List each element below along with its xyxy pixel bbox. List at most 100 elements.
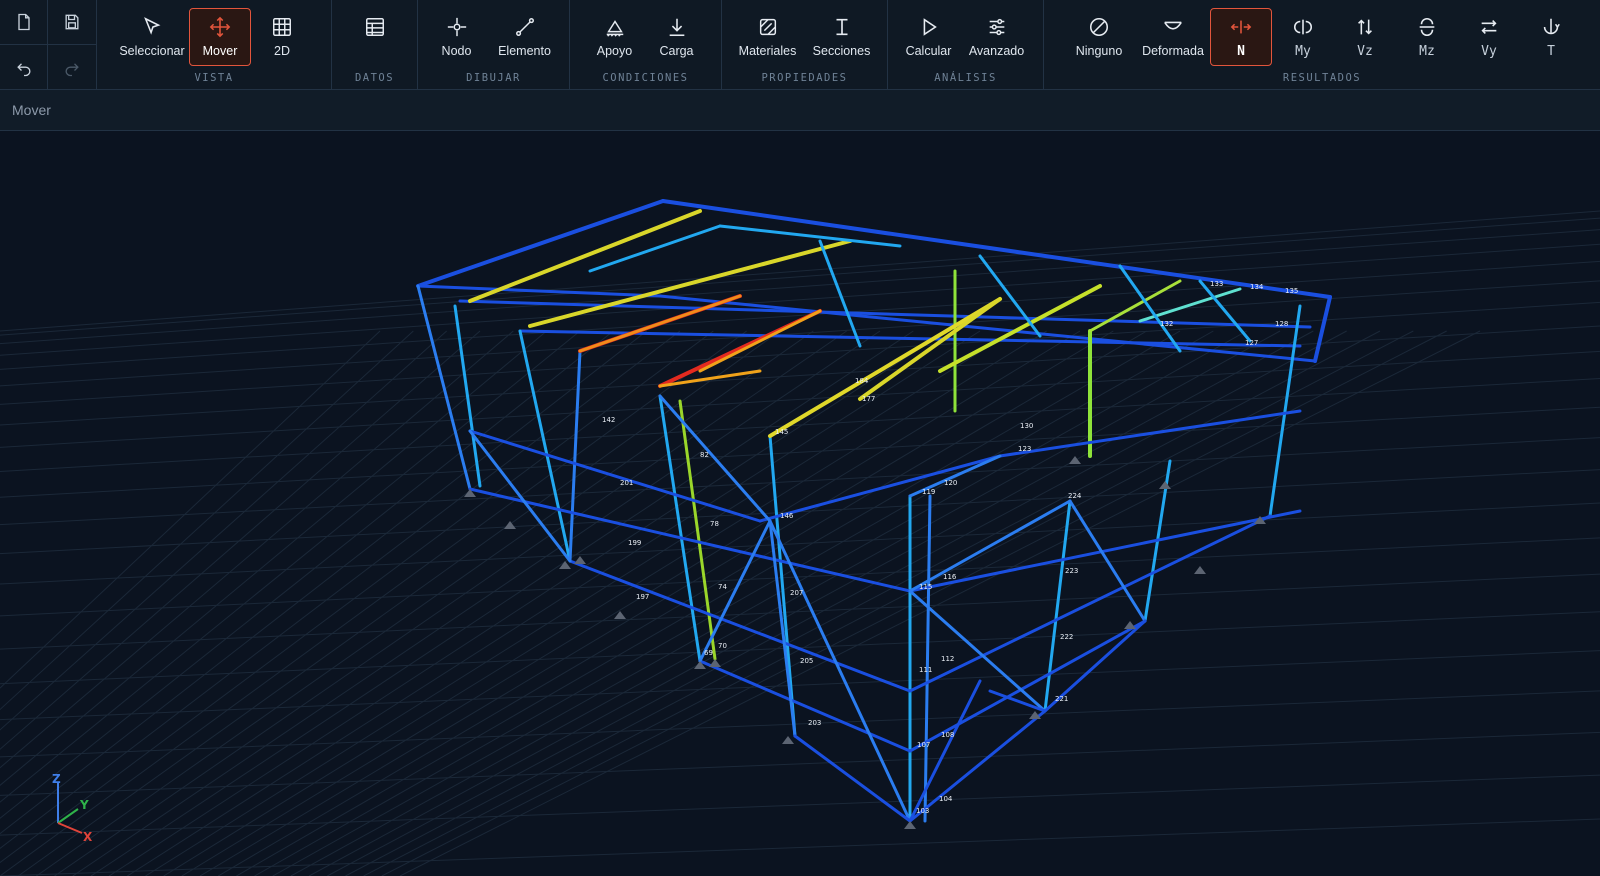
undo-icon [16, 62, 30, 76]
result-n-button[interactable]: N [1210, 8, 1272, 66]
axis-y-label: Y [79, 798, 89, 812]
view-2d-label: 2D [274, 44, 290, 58]
datos-table-button[interactable] [344, 8, 406, 66]
brace [908, 499, 1072, 593]
axial-force-icon [1230, 20, 1252, 34]
result-t-button[interactable]: T [1520, 8, 1582, 66]
node-label: 133 [1210, 280, 1223, 288]
play-icon [923, 18, 937, 36]
group-vista: Seleccionar Mover 2D VISTA [97, 0, 332, 90]
brace [793, 734, 912, 823]
materiales-label: Materiales [738, 44, 797, 58]
node-label: 207 [790, 589, 803, 597]
carga-button[interactable]: Carga [646, 8, 708, 66]
brace [758, 454, 1002, 523]
deformada-button[interactable]: Deformada [1136, 8, 1210, 66]
apoyo-button[interactable]: Apoyo [584, 8, 646, 66]
axis-z-label: Z [52, 772, 61, 786]
group-analisis: Calcular Avanzado ANÁLISIS [888, 0, 1044, 90]
secciones-button[interactable]: Secciones [805, 8, 879, 66]
apoyo-label: Apoyo [596, 44, 633, 58]
brace [698, 519, 772, 663]
save-button[interactable] [48, 0, 96, 45]
shear-y-icon [1481, 20, 1497, 34]
shear-z-icon [1358, 19, 1372, 35]
roof-edge [1313, 295, 1332, 363]
grid-line [0, 537, 1600, 617]
group-label-resultados: RESULTADOS [1282, 72, 1362, 84]
calcular-label: Calcular [905, 44, 952, 58]
grid-line [0, 210, 1600, 332]
nodo-button[interactable]: Nodo [426, 8, 488, 66]
ninguno-button[interactable]: Ninguno [1062, 8, 1136, 66]
grid-line [0, 350, 1600, 448]
result-vz-label: Vz [1357, 44, 1373, 59]
new-file-button[interactable] [0, 0, 48, 45]
material-icon [759, 18, 776, 36]
redo-button[interactable] [48, 45, 96, 90]
result-vz-button[interactable]: Vz [1334, 8, 1396, 66]
file-actions [0, 0, 97, 90]
avanzado-button[interactable]: Avanzado [960, 8, 1034, 66]
materiales-button[interactable]: Materiales [731, 8, 805, 66]
group-label-propiedades: PROPIEDADES [761, 72, 848, 84]
node-label: 145 [775, 428, 788, 436]
support-symbol [709, 659, 721, 667]
column [923, 494, 932, 823]
roof-diagonal [978, 254, 1042, 338]
node-label: 130 [1020, 422, 1033, 430]
table-icon [365, 18, 384, 36]
group-datos: DATOS [332, 0, 418, 90]
grid-line [0, 243, 1600, 356]
result-mz-button[interactable]: Mz [1396, 8, 1458, 66]
group-condiciones: Apoyo Carga CONDICIONES [570, 0, 722, 90]
elemento-button[interactable]: Elemento [488, 8, 562, 66]
seleccionar-label: Seleccionar [119, 44, 185, 58]
support-symbol [1194, 566, 1206, 574]
roof-diagonal [718, 224, 902, 248]
brace [468, 487, 912, 593]
group-resultados: Ninguno Deformada N My Vz Mz Vy T RESULT… [1044, 0, 1600, 90]
grid-line [0, 330, 747, 876]
node-label: 104 [939, 795, 953, 803]
node-label: 134 [1250, 283, 1264, 291]
result-t-label: T [1547, 44, 1555, 59]
node-label: 222 [1060, 633, 1073, 641]
redo-icon [65, 62, 79, 76]
node-label: 223 [1065, 567, 1078, 575]
support-symbol [1124, 621, 1136, 629]
grid-line [345, 330, 1381, 876]
mover-button[interactable]: Mover [189, 8, 251, 66]
grid-line [0, 774, 1600, 836]
node-label: 119 [922, 488, 935, 496]
avanzado-label: Avanzado [968, 44, 1025, 58]
seleccionar-button[interactable]: Seleccionar [115, 8, 189, 66]
grid-line [108, 330, 947, 876]
move-icon [209, 16, 231, 38]
brace [908, 509, 1302, 593]
secciones-label: Secciones [812, 44, 871, 58]
calcular-button[interactable]: Calcular [898, 8, 960, 66]
3d-viewport[interactable]: 133 134 135 132 128 127 184 177 145 130 123 120 119 1… [0, 131, 1600, 876]
mover-label: Mover [202, 44, 238, 58]
status-bar: Mover [0, 90, 1600, 131]
node-label: 127 [1245, 339, 1258, 347]
load-arrow-icon [669, 18, 684, 37]
structure-scene[interactable]: 133 134 135 132 128 127 184 177 145 130 123 120 119 1… [0, 131, 1600, 876]
node-label: 197 [636, 593, 649, 601]
result-my-button[interactable]: My [1272, 8, 1334, 66]
result-vy-button[interactable]: Vy [1458, 8, 1520, 66]
support-symbol [574, 556, 586, 564]
grid-line [36, 330, 814, 876]
node-label: 107 [917, 741, 930, 749]
result-n-label: N [1237, 44, 1245, 59]
result-my-label: My [1295, 44, 1311, 59]
node-label: 123 [1018, 445, 1031, 453]
view-2d-button[interactable]: 2D [251, 8, 313, 66]
undo-button[interactable] [0, 45, 48, 90]
node-label: 82 [700, 451, 709, 459]
support-symbol [504, 521, 516, 529]
result-vy-label: Vy [1481, 44, 1497, 59]
support-icon [606, 20, 623, 37]
node-label: 177 [862, 395, 875, 403]
